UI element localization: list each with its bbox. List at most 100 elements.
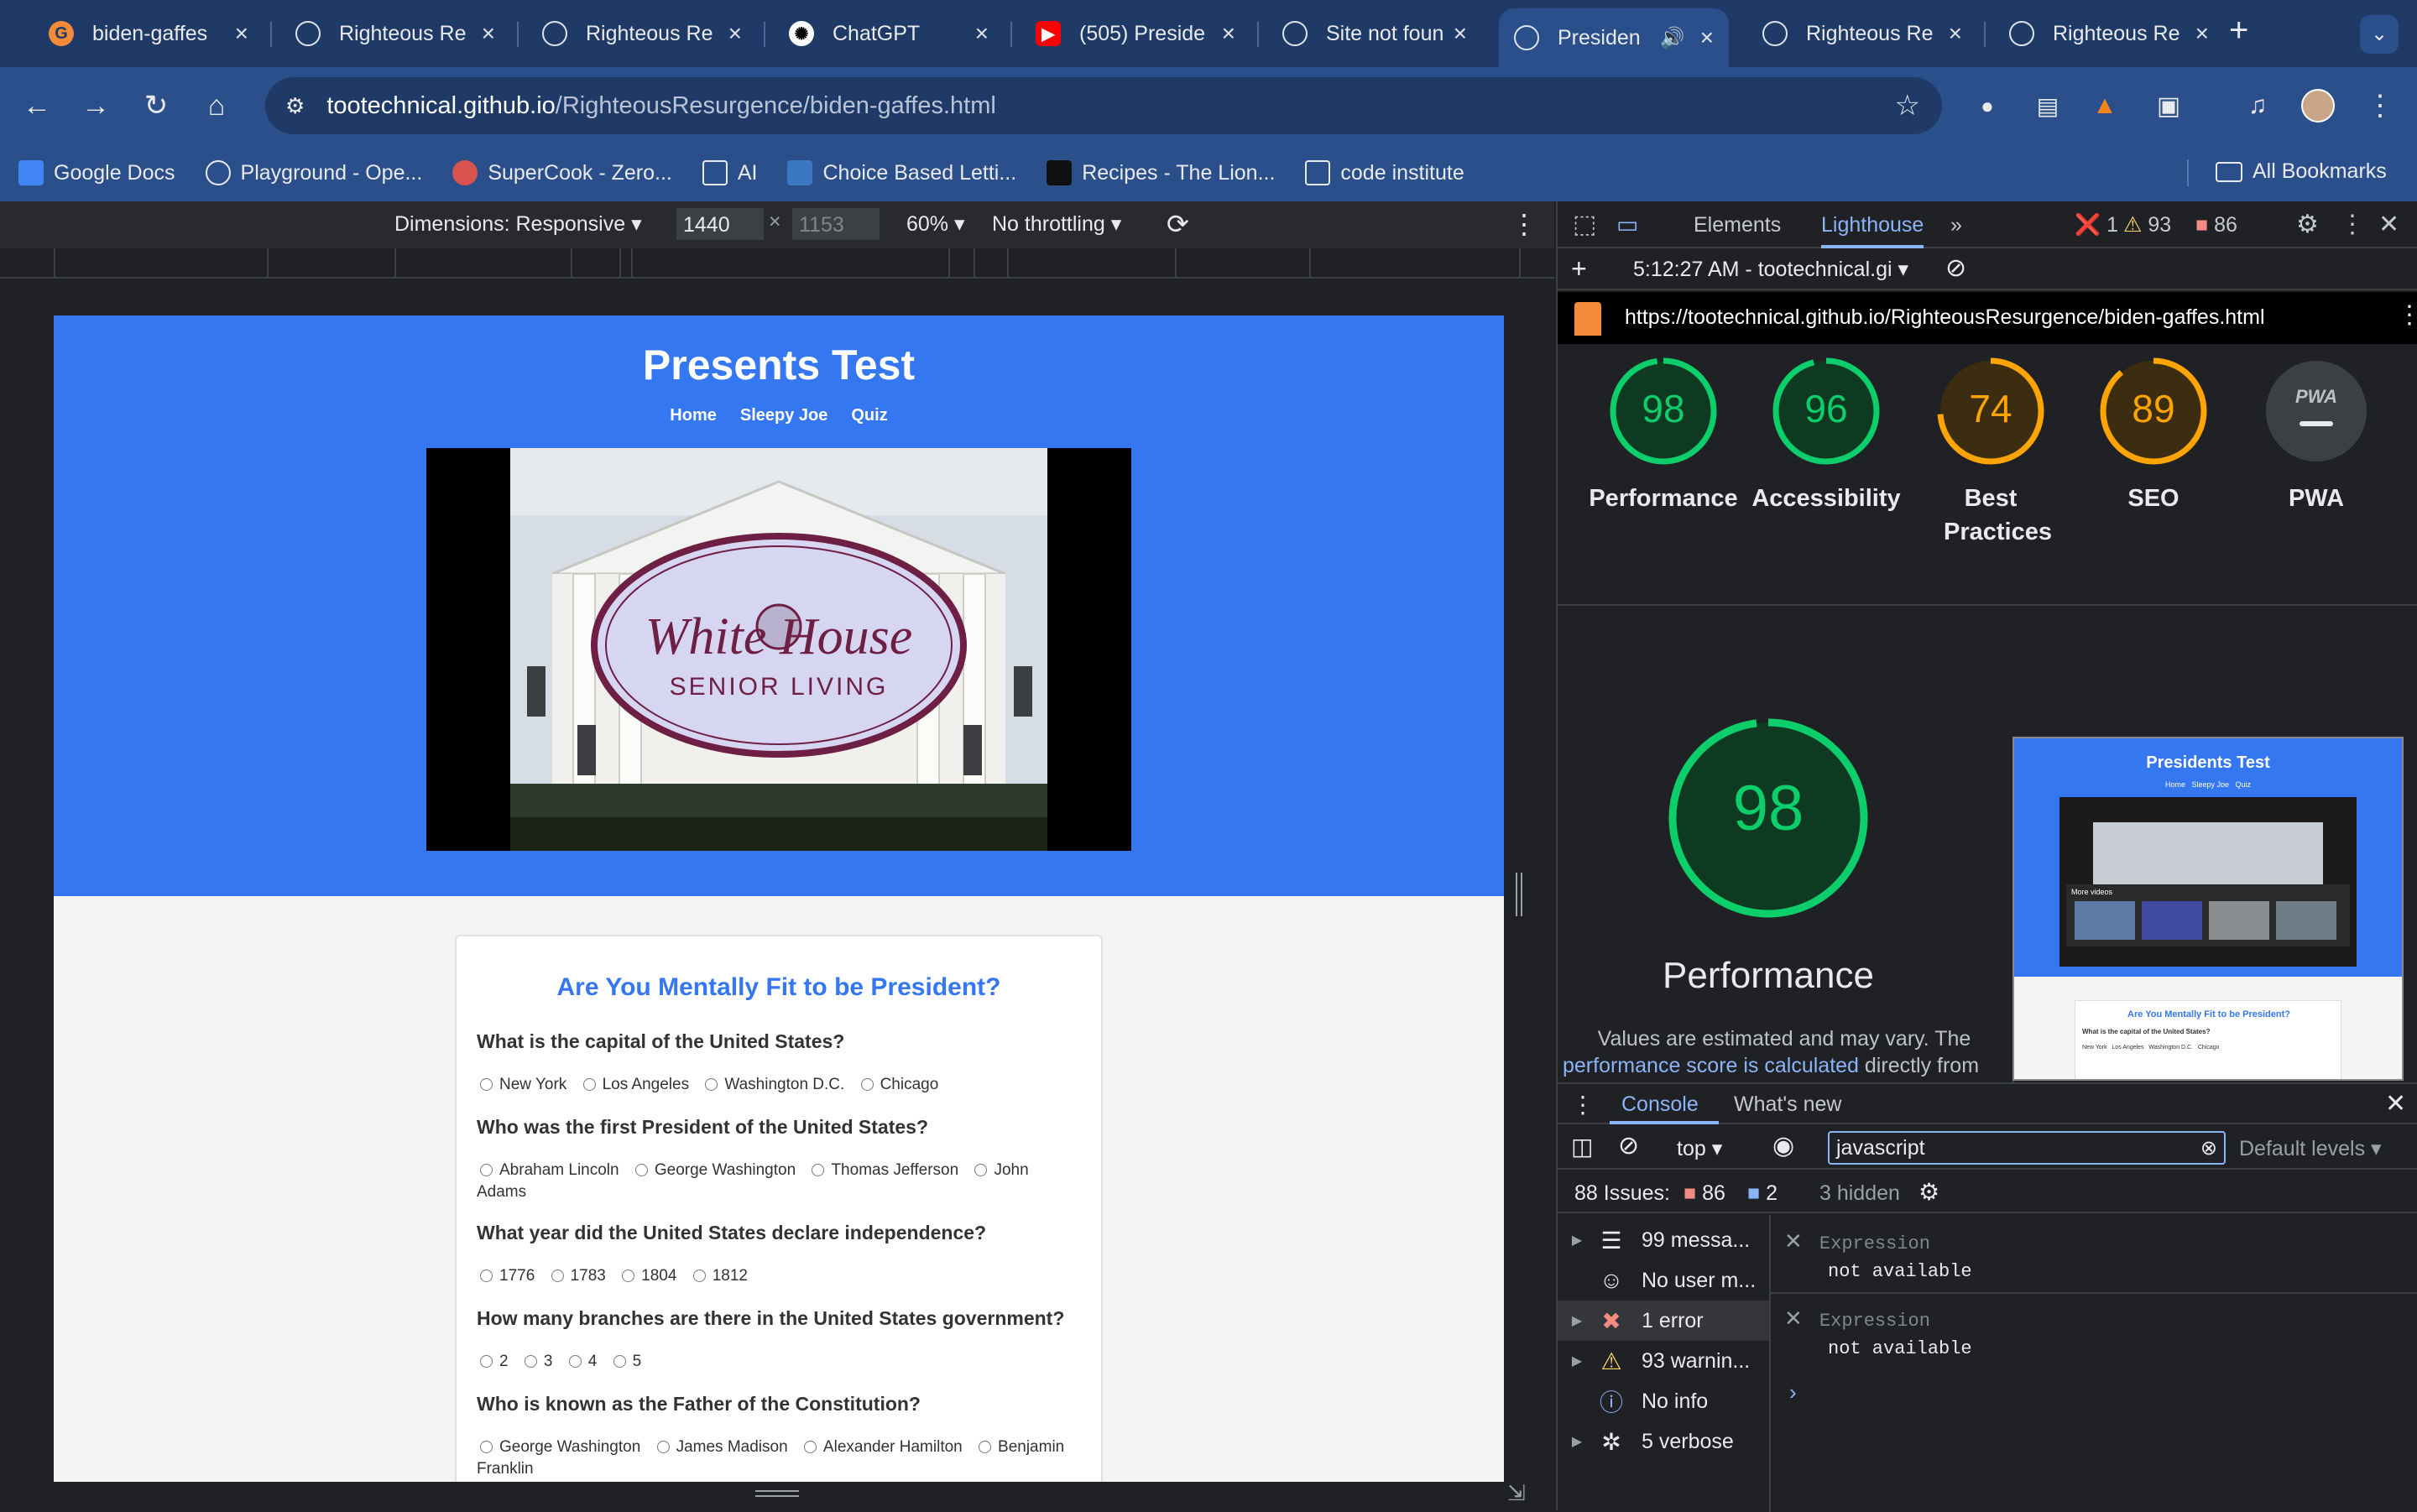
quiz-option[interactable]: Los Angeles	[580, 1076, 689, 1093]
radio-button[interactable]	[656, 1441, 670, 1453]
score-label[interactable]: Best Practices	[1907, 482, 2075, 549]
new-report-icon[interactable]: +	[1571, 253, 1587, 284]
radio-button[interactable]	[692, 1270, 706, 1282]
nav-link-quiz[interactable]: Quiz	[851, 406, 887, 425]
quiz-option[interactable]: George Washington	[632, 1161, 796, 1179]
metamask-fox-icon[interactable]: ▲	[2085, 86, 2125, 126]
console-sidebar-item[interactable]: ▶ ⚠ 93 warnin...	[1558, 1341, 1769, 1381]
quiz-option[interactable]: Thomas Jefferson	[808, 1161, 958, 1179]
dimensions-dropdown[interactable]: Dimensions: Responsive ▾	[394, 211, 642, 237]
browser-tab[interactable]: ▶ (505) Preside ×	[1021, 8, 1250, 59]
close-tab-icon[interactable]: ×	[728, 20, 742, 47]
speaker-icon[interactable]: 🔊	[1660, 26, 1685, 50]
radio-button[interactable]	[613, 1355, 626, 1368]
remove-expression-icon[interactable]: ✕	[1784, 1306, 1803, 1331]
expression-label[interactable]: Expression	[1819, 1311, 1930, 1332]
all-bookmarks-button[interactable]: All Bookmarks	[2216, 159, 2387, 184]
resize-handle-right[interactable]	[1516, 873, 1522, 916]
warning-counter[interactable]: ⚠ 93	[2123, 201, 2171, 248]
quiz-option[interactable]: 3	[521, 1353, 552, 1370]
expand-arrow-icon[interactable]: ▶	[1561, 1353, 1593, 1369]
radio-button[interactable]	[622, 1270, 635, 1282]
console-sidebar-item[interactable]: ▶ ☰ 99 messa...	[1558, 1220, 1769, 1260]
console-settings-gear-icon[interactable]: ⚙	[1918, 1178, 1939, 1206]
radio-button[interactable]	[480, 1078, 493, 1091]
close-tab-icon[interactable]: ×	[235, 20, 248, 47]
media-controls-icon[interactable]: ♫	[2237, 86, 2278, 126]
nav-link-sleepy-joe[interactable]: Sleepy Joe	[740, 406, 828, 425]
quiz-option[interactable]: James Madison	[654, 1438, 788, 1456]
console-filter-input[interactable]: javascript ⊗	[1828, 1131, 2226, 1165]
height-input[interactable]: 1153	[792, 208, 880, 240]
error-counter[interactable]: ❌ 1	[2075, 201, 2118, 248]
bookmark-item[interactable]: Choice Based Letti...	[787, 160, 1016, 185]
clear-console-icon[interactable]: ⊘	[1618, 1131, 1639, 1160]
embedded-video[interactable]: White House SENIOR LIVING	[426, 448, 1131, 851]
close-devtools-icon[interactable]: ✕	[2378, 201, 2399, 248]
more-tabs-icon[interactable]: »	[1950, 201, 1962, 248]
quiz-option[interactable]: Washington D.C.	[702, 1076, 844, 1093]
resize-handle-bottom[interactable]	[755, 1490, 799, 1497]
log-levels-dropdown[interactable]: Default levels ▾	[2239, 1136, 2382, 1161]
bookmark-item[interactable]: Google Docs	[18, 160, 175, 185]
radio-button[interactable]	[480, 1355, 493, 1368]
console-sidebar-item[interactable]: ▶ ✲ 5 verbose	[1558, 1421, 1769, 1462]
more-options-icon[interactable]: ⋮	[1511, 208, 1537, 240]
console-sidebar-item[interactable]: ⓘ No info	[1558, 1381, 1769, 1421]
score-calc-link[interactable]: performance score is calculated	[1563, 1054, 1859, 1077]
bookmark-item[interactable]: Playground - Ope...	[205, 160, 422, 185]
site-settings-icon[interactable]: ⚙	[285, 93, 305, 119]
console-prompt-icon[interactable]: ›	[1789, 1379, 1797, 1405]
tab-whats-new[interactable]: What's new	[1734, 1092, 1841, 1117]
quiz-option[interactable]: 1783	[548, 1267, 606, 1285]
quiz-option[interactable]: 1812	[690, 1267, 748, 1285]
browser-tab[interactable]: Presiden 🔊 ×	[1499, 8, 1729, 67]
bookmark-star-icon[interactable]: ☆	[1895, 89, 1920, 123]
radio-button[interactable]	[812, 1164, 825, 1176]
tab-list-chevron-icon[interactable]: ⌄	[2360, 15, 2399, 54]
expand-arrow-icon[interactable]: ▶	[1561, 1433, 1593, 1450]
tab-lighthouse[interactable]: Lighthouse	[1821, 201, 1924, 248]
browser-menu-icon[interactable]: ⋮	[2360, 86, 2400, 126]
radio-button[interactable]	[979, 1441, 992, 1453]
quiz-option[interactable]: New York	[477, 1076, 566, 1093]
hidden-count[interactable]: 3 hidden	[1819, 1181, 1900, 1206]
tab-elements[interactable]: Elements	[1694, 201, 1781, 248]
final-screenshot-thumbnail[interactable]: Presidents Test Home Sleepy Joe Quiz Mor…	[2012, 737, 2404, 1081]
quiz-option[interactable]: 5	[610, 1353, 641, 1370]
quiz-option[interactable]: 4	[566, 1353, 597, 1370]
sidebar-toggle-icon[interactable]: ◫	[1571, 1133, 1593, 1160]
radio-button[interactable]	[480, 1441, 493, 1453]
score-label[interactable]: PWA	[2232, 482, 2400, 515]
extension-dot-icon[interactable]: ●	[1967, 86, 2007, 126]
issues-counter[interactable]: ■ 86	[2195, 201, 2237, 248]
close-tab-icon[interactable]: ×	[2195, 20, 2209, 47]
issues-badge-b[interactable]: ■ 2	[1747, 1181, 1778, 1206]
close-tab-icon[interactable]: ×	[1700, 24, 1714, 51]
quiz-option[interactable]: George Washington	[477, 1438, 640, 1456]
tab-console[interactable]: Console	[1621, 1092, 1699, 1117]
score-label[interactable]: Accessibility	[1742, 482, 1910, 515]
clipboard-extension-icon[interactable]: ▤	[2028, 86, 2068, 126]
address-bar[interactable]: ⚙ tootechnical.github.io/RighteousResurg…	[265, 77, 1942, 134]
bookmark-item[interactable]: SuperCook - Zero...	[452, 160, 672, 185]
home-icon[interactable]: ⌂	[196, 86, 237, 126]
resize-corner-icon[interactable]: ⇲	[1507, 1480, 1526, 1506]
quiz-option[interactable]: Abraham Lincoln	[477, 1161, 619, 1179]
settings-gear-icon[interactable]: ⚙	[2296, 201, 2319, 248]
quiz-option[interactable]: 1776	[477, 1267, 535, 1285]
report-url[interactable]: https://tootechnical.github.io/Righteous…	[1625, 305, 2265, 330]
close-drawer-icon[interactable]: ✕	[2385, 1089, 2406, 1118]
radio-button[interactable]	[582, 1078, 596, 1091]
close-tab-icon[interactable]: ×	[1222, 20, 1235, 47]
live-expression-eye-icon[interactable]: ◉	[1772, 1131, 1794, 1160]
browser-tab[interactable]: ✺ ChatGPT ×	[774, 8, 1004, 59]
browser-tab[interactable]: Righteous Re ×	[527, 8, 757, 59]
device-toggle-icon[interactable]: ▭	[1616, 201, 1638, 248]
back-arrow-icon[interactable]: ←	[17, 86, 57, 126]
quiz-option[interactable]: 1804	[619, 1267, 676, 1285]
inspect-element-icon[interactable]: ⬚	[1573, 201, 1596, 248]
browser-tab[interactable]: Site not foun ×	[1267, 8, 1482, 59]
expand-arrow-icon[interactable]: ▶	[1561, 1232, 1593, 1249]
rotate-icon[interactable]: ⟳	[1167, 208, 1189, 240]
